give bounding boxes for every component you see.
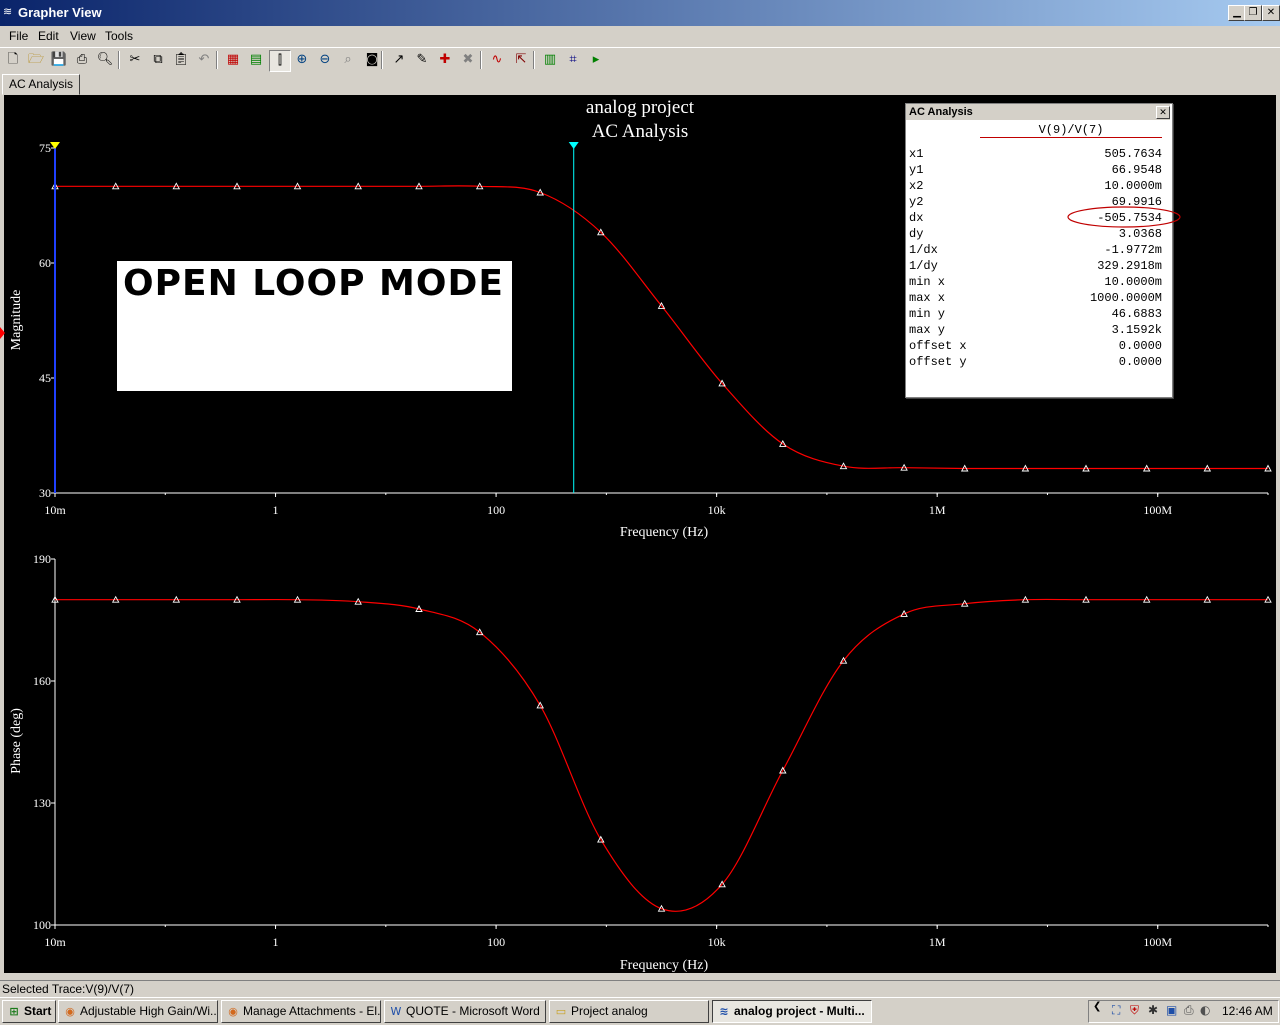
folder-icon: ▭ <box>555 1005 567 1018</box>
taskbar-button-folder[interactable]: ▭ Project analog <box>549 1000 709 1023</box>
phase-y-tick-label: 100 <box>33 918 51 932</box>
cursor-row-label: y1 <box>909 163 924 177</box>
monitor-icon[interactable]: ▣ <box>1166 1003 1177 1017</box>
cursor-row-label: 1/dx <box>909 243 938 257</box>
phase-x-tick-label: 1M <box>929 935 946 949</box>
cursor-row-value: 10.0000m <box>1104 179 1162 193</box>
phase-trace <box>55 598 1268 912</box>
mag-x-tick-label: 100M <box>1143 503 1172 517</box>
graph-title: analog project <box>586 97 695 118</box>
cursor-row-label: offset y <box>909 355 967 369</box>
taskbar-button-multisim[interactable]: ≋ analog project - Multi... <box>712 1000 872 1023</box>
phase-y-axis-label: Phase (deg) <box>9 708 24 774</box>
cursor-row-value: 46.6883 <box>1111 307 1162 321</box>
phase-y-tick-label: 190 <box>33 552 51 566</box>
selected-trace-marker <box>0 327 5 339</box>
dx-highlight-ellipse <box>1067 206 1181 228</box>
clock: 12:46 AM <box>1222 1004 1273 1018</box>
status-text: Selected Trace:V(9)/V(7) <box>2 982 135 996</box>
cursor-row-label: 1/dy <box>909 259 938 273</box>
phase-y-tick-label: 160 <box>33 674 51 688</box>
shield-icon[interactable]: ⛨ <box>1130 1003 1139 1018</box>
mag-y-tick-label: 45 <box>39 371 51 385</box>
cursor-row-value: 0.0000 <box>1118 355 1162 369</box>
taskbar-button-attachments[interactable]: ◉ Manage Attachments - El... <box>221 1000 381 1023</box>
taskbar-button-word[interactable]: W QUOTE - Microsoft Word <box>384 1000 546 1023</box>
cursor-row-value: 1000.0000M <box>1089 291 1162 305</box>
taskbar-label: analog project - Multi... <box>734 1004 865 1018</box>
volume-icon[interactable]: ◐ <box>1200 1003 1210 1017</box>
word-icon: W <box>390 1005 402 1018</box>
cursor-panel-title[interactable]: AC Analysis <box>906 104 1170 120</box>
taskbar-label: Project analog <box>571 1004 648 1018</box>
taskbar-label: Manage Attachments - El... <box>243 1004 381 1018</box>
printer-icon[interactable]: ⎙ <box>1184 1003 1194 1018</box>
firefox-icon: ◉ <box>65 1005 75 1018</box>
phase-y-tick-label: 130 <box>33 796 51 810</box>
phase-x-tick-label: 1 <box>273 935 279 949</box>
multisim-icon: ≋ <box>719 1005 729 1018</box>
cursor-row-label: min x <box>909 275 946 289</box>
firefox-icon: ◉ <box>228 1005 238 1018</box>
annotation-text: OPEN LOOP MODE <box>123 263 504 304</box>
phase-x-tick-label: 10k <box>708 935 726 949</box>
mag-y-tick-label: 60 <box>39 256 51 270</box>
taskbar-label: QUOTE - Microsoft Word <box>406 1004 540 1018</box>
start-button[interactable]: ⊞ Start <box>2 1000 56 1023</box>
status-bar <box>0 980 1280 998</box>
taskbar-button-adjustable[interactable]: ◉ Adjustable High Gain/Wi... <box>58 1000 218 1023</box>
mag-y-tick-label: 30 <box>39 486 51 500</box>
cursor-row-label: y2 <box>909 195 924 209</box>
cursor-row-label: offset x <box>909 339 967 353</box>
cursor-row-label: dy <box>909 227 924 241</box>
cursor-row-label: x2 <box>909 179 924 193</box>
phase-plot: 19016013010010m110010k1M100M1G <box>33 552 1272 949</box>
graph-subtitle: AC Analysis <box>592 121 689 142</box>
cursor-panel-title-text: AC Analysis <box>909 106 973 118</box>
windows-logo-icon: ⊞ <box>9 1005 19 1018</box>
mag-x-tick-label: 100 <box>487 503 505 517</box>
phase-x-tick-label: 100M <box>1143 935 1172 949</box>
phase-x-tick-label: 10m <box>44 935 66 949</box>
mag-x-tick-label: 1M <box>929 503 946 517</box>
cursor-row-label: max y <box>909 323 946 337</box>
cursor-1-handle <box>568 142 579 149</box>
cursor-row-value: 505.7634 <box>1104 147 1162 161</box>
cursor-row-label: min y <box>909 307 946 321</box>
mag-x-tick-label: 1 <box>273 503 279 517</box>
taskbar-label: Adjustable High Gain/Wi... <box>80 1004 218 1018</box>
cursor-panel-close-icon[interactable]: ✕ <box>1156 106 1170 119</box>
mag-x-tick-label: 10k <box>708 503 726 517</box>
mag-x-tick-label: 10m <box>44 503 66 517</box>
mag-y-axis-label: Magnitude <box>9 290 24 351</box>
mag-y-tick-label: 75 <box>39 141 51 155</box>
phase-x-tick-label: 100 <box>487 935 505 949</box>
mag-x-axis-label: Frequency (Hz) <box>620 525 709 540</box>
start-label: Start <box>24 1004 52 1018</box>
cursor-row-value: 329.2918m <box>1097 259 1162 273</box>
cursor-row-value: -1.9772m <box>1104 243 1162 257</box>
cursor-panel-trace: V(9)/V(7) <box>980 123 1162 138</box>
cursor-row-value: 3.1592k <box>1111 323 1162 337</box>
settings-icon[interactable]: ✱ <box>1148 1003 1158 1017</box>
cursor-row-label: dx <box>909 211 924 225</box>
cursor-row-value: 66.9548 <box>1111 163 1162 177</box>
network-icon[interactable]: ⛶ <box>1112 1003 1120 1018</box>
cursor-row-value: 10.0000m <box>1104 275 1162 289</box>
cursor-row-value: 3.0368 <box>1118 227 1162 241</box>
cursor-row-value: 0.0000 <box>1118 339 1162 353</box>
cursor-row-label: x1 <box>909 147 924 161</box>
phase-x-axis-label: Frequency (Hz) <box>620 958 709 973</box>
cursor-row-label: max x <box>909 291 946 305</box>
